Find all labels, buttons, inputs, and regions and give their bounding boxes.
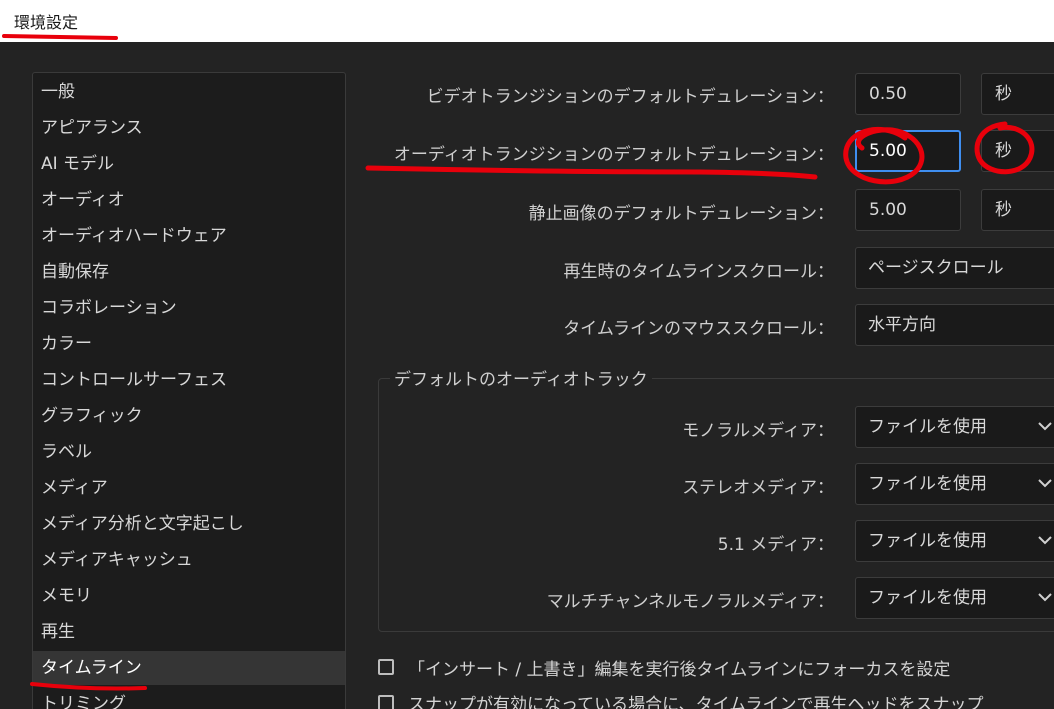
multichannel-mono-value: ファイルを使用 [868, 588, 987, 608]
snap-playhead-checkbox[interactable] [378, 695, 394, 709]
audio-transition-label: オーディオトランジションのデフォルトデュレーション： [393, 145, 834, 165]
sidebar-item-media[interactable]: メディア [33, 471, 345, 505]
still-image-field[interactable]: 5.00 [855, 189, 961, 231]
sidebar-item-auto-save[interactable]: 自動保存 [33, 255, 345, 289]
title-bar: 環境設定 [0, 0, 1054, 42]
mono-media-value: ファイルを使用 [868, 417, 987, 437]
sidebar-item-appearance[interactable]: アピアランス [33, 111, 345, 145]
stereo-media-select[interactable]: ファイルを使用 [855, 463, 1054, 505]
mouse-scroll-label: タイムラインのマウススクロール： [563, 319, 834, 339]
sidebar-item-audio-hardware[interactable]: オーディオハードウェア [33, 219, 345, 253]
stereo-media-value: ファイルを使用 [868, 474, 987, 494]
sidebar-item-general[interactable]: 一般 [33, 75, 345, 109]
chevron-down-icon [1037, 521, 1054, 561]
snap-playhead-label: スナップが有効になっている場合に、タイムラインで再生ヘッドをスナップ [408, 695, 984, 709]
still-image-label: 静止画像のデフォルトデュレーション： [528, 204, 834, 224]
sidebar-item-labels[interactable]: ラベル [33, 435, 345, 469]
focus-timeline-checkbox[interactable] [378, 659, 394, 675]
playback-scroll-select[interactable]: ページスクロール [855, 247, 1054, 289]
audio-transition-unit[interactable]: 秒 [981, 130, 1054, 172]
sidebar-item-memory[interactable]: メモリ [33, 579, 345, 613]
sidebar-item-graphics[interactable]: グラフィック [33, 399, 345, 433]
sidebar-item-trimming[interactable]: トリミング [33, 687, 345, 709]
audio-transition-field[interactable]: 5.00 [855, 130, 961, 172]
stereo-media-label: ステレオメディア： [682, 478, 834, 498]
sidebar-item-color[interactable]: カラー [33, 327, 345, 361]
multichannel-mono-select[interactable]: ファイルを使用 [855, 577, 1054, 619]
still-image-unit[interactable]: 秒 [981, 189, 1054, 231]
mono-media-select[interactable]: ファイルを使用 [855, 406, 1054, 448]
mono-media-label: モノラルメディア： [682, 421, 834, 441]
chevron-down-icon [1037, 464, 1054, 504]
video-transition-unit[interactable]: 秒 [981, 73, 1054, 115]
sidebar-item-playback[interactable]: 再生 [33, 615, 345, 649]
sidebar-item-collaboration[interactable]: コラボレーション [33, 291, 345, 325]
sidebar-item-timeline[interactable]: タイムライン [33, 651, 345, 685]
mouse-scroll-select[interactable]: 水平方向 [855, 304, 1054, 346]
sidebar-item-media-analysis[interactable]: メディア分析と文字起こし [33, 507, 345, 541]
multichannel-mono-label: マルチチャンネルモノラルメディア： [546, 592, 834, 612]
chevron-down-icon [1037, 578, 1054, 618]
default-audio-track-title: デフォルトのオーディオトラック [390, 365, 652, 390]
chevron-down-icon [1037, 407, 1054, 447]
surround-media-label: 5.1 メディア： [717, 535, 834, 555]
playback-scroll-label: 再生時のタイムラインスクロール： [563, 262, 834, 282]
surround-media-select[interactable]: ファイルを使用 [855, 520, 1054, 562]
video-transition-label: ビデオトランジションのデフォルトデュレーション： [426, 87, 834, 107]
focus-timeline-label: 「インサート / 上書き」編集を実行後タイムラインにフォーカスを設定 [408, 660, 951, 680]
sidebar-item-control-surface[interactable]: コントロールサーフェス [33, 363, 345, 397]
sidebar-item-audio[interactable]: オーディオ [33, 183, 345, 217]
mouse-scroll-value: 水平方向 [868, 315, 936, 335]
video-transition-field[interactable]: 0.50 [855, 73, 961, 115]
sidebar-item-ai-models[interactable]: AI モデル [33, 147, 345, 181]
surround-media-value: ファイルを使用 [868, 531, 987, 551]
category-list[interactable]: 一般 アピアランス AI モデル オーディオ オーディオハードウェア 自動保存 … [32, 72, 346, 709]
annotation-audio-label-underline [365, 165, 818, 180]
window-title: 環境設定 [14, 13, 79, 32]
sidebar-item-media-cache[interactable]: メディアキャッシュ [33, 543, 345, 577]
playback-scroll-value: ページスクロール [868, 258, 1004, 278]
